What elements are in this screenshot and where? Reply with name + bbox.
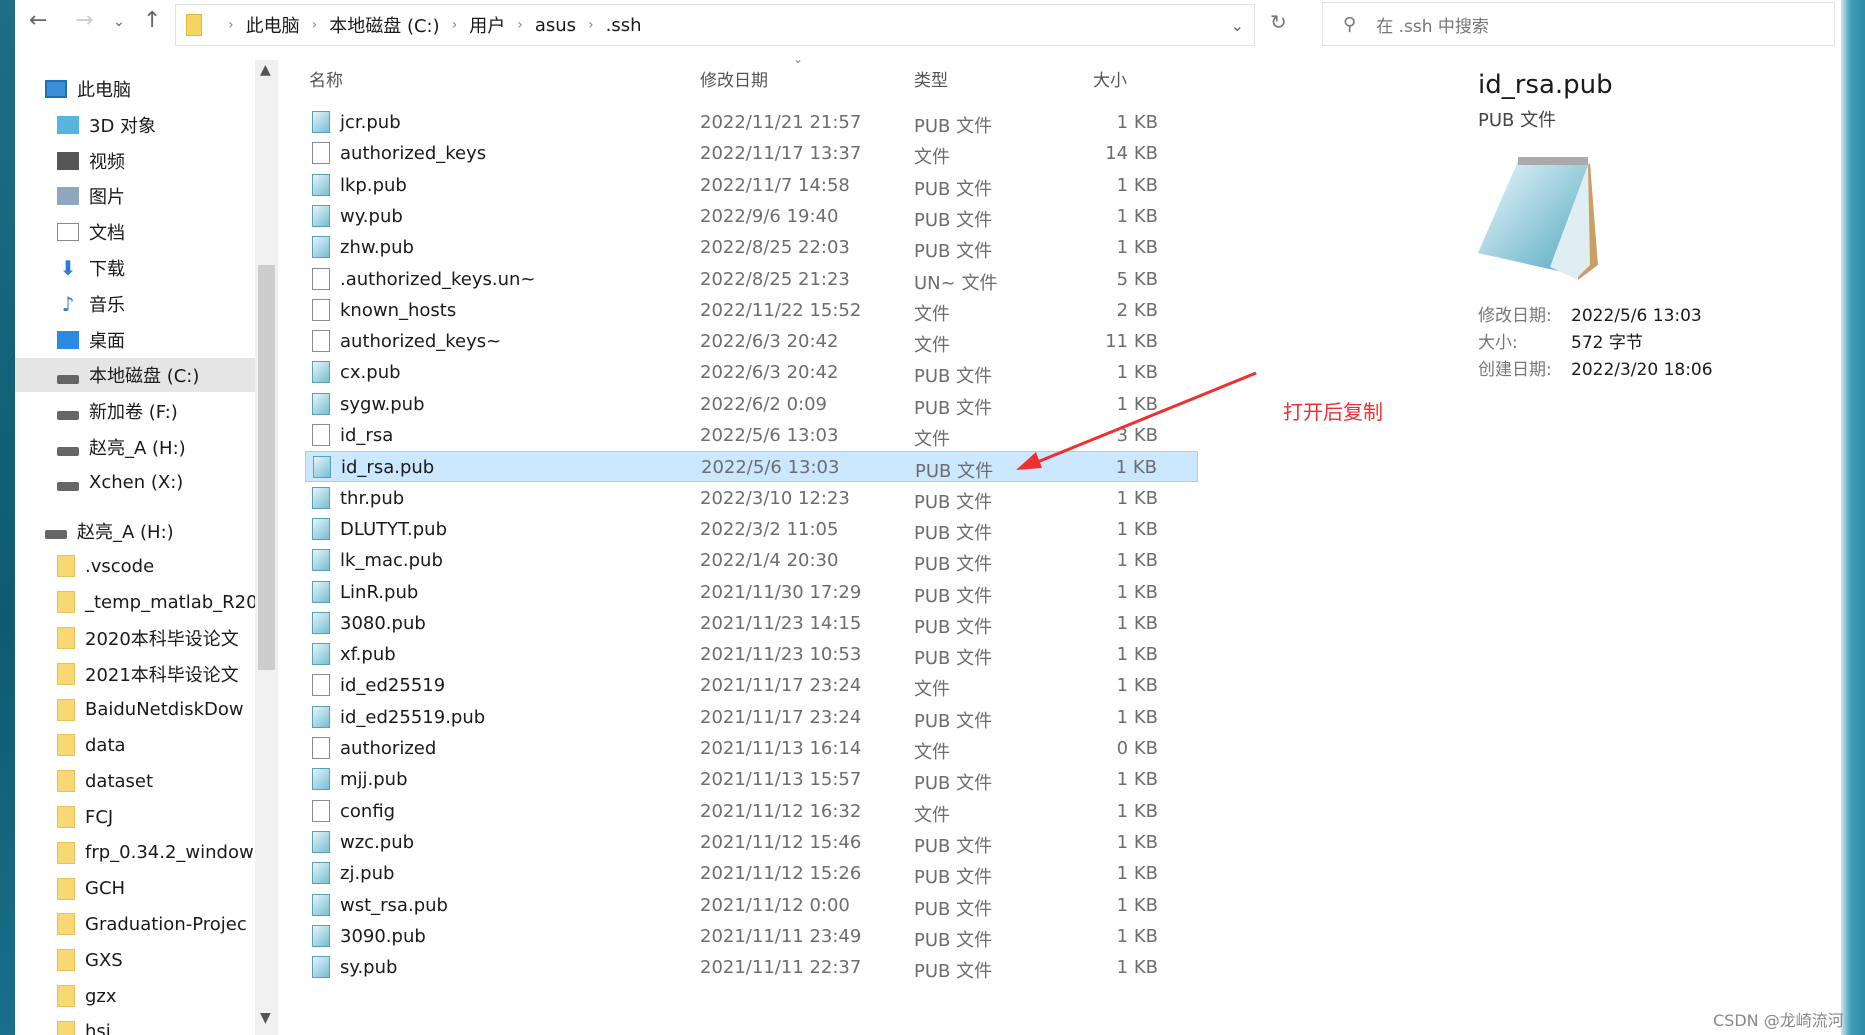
watermark: CSDN @龙崎流河: [1713, 1011, 1844, 1030]
annotation-text: 打开后复制: [1283, 400, 1383, 424]
annotation-arrow: [1016, 371, 1257, 470]
